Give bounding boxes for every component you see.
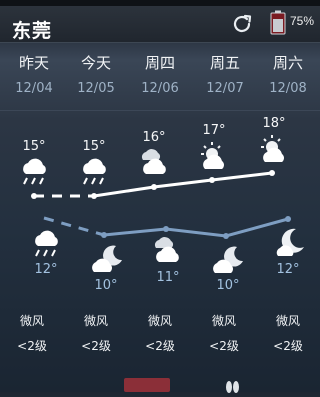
low-point — [285, 216, 291, 222]
wind-info-1: 微风 <2级 — [64, 312, 128, 354]
cloudy-icon — [154, 237, 179, 262]
wind-level: <2级 — [145, 339, 175, 353]
high-point — [31, 193, 37, 199]
high-temp: 18° — [262, 116, 286, 131]
wind-direction: 微风 — [275, 314, 300, 328]
moon-icon — [276, 228, 304, 256]
wind-direction: 微风 — [83, 314, 108, 328]
low-temp: 12° — [34, 262, 58, 277]
wind-info-4: 微风 <2级 — [256, 312, 320, 354]
high-trend-line — [93, 171, 273, 198]
wind-direction: 微风 — [147, 314, 172, 328]
wind-info-0: 微风 <2级 — [0, 312, 64, 354]
high-temp: 15° — [82, 139, 106, 154]
wind-level: <2级 — [17, 339, 47, 353]
wind-info-3: 微风 <2级 — [192, 312, 256, 354]
low-temp: 10° — [216, 278, 240, 293]
low-point — [223, 233, 229, 239]
high-temp: 15° — [22, 139, 46, 154]
low-trend-line — [103, 217, 289, 238]
low-point — [163, 226, 169, 232]
high-point — [151, 184, 157, 190]
cloudy-night-icon — [92, 245, 122, 272]
wind-level: <2级 — [209, 339, 239, 353]
low-point — [101, 232, 107, 238]
sleet-icon — [23, 158, 46, 185]
partly-cloudy-icon — [141, 149, 166, 174]
leaf-icon — [224, 378, 242, 393]
bottom-banner — [124, 378, 170, 392]
sleet-icon — [83, 158, 106, 185]
low-temp: 12° — [276, 262, 300, 277]
partly-sunny-icon — [201, 142, 224, 169]
partly-sunny-icon — [261, 135, 284, 162]
wind-level: <2级 — [273, 339, 303, 353]
high-point — [269, 170, 275, 176]
sleet-icon — [35, 230, 58, 257]
wind-level: <2级 — [81, 339, 111, 353]
cloudy-night-icon — [213, 246, 243, 273]
high-point — [91, 193, 97, 199]
low-temp: 11° — [156, 270, 180, 285]
wind-direction: 微风 — [19, 314, 44, 328]
low-temp: 10° — [94, 278, 118, 293]
high-temp: 17° — [202, 123, 226, 138]
wind-direction: 微风 — [211, 314, 236, 328]
high-point — [209, 177, 215, 183]
wind-info-2: 微风 <2级 — [128, 312, 192, 354]
high-temp: 16° — [142, 130, 166, 145]
